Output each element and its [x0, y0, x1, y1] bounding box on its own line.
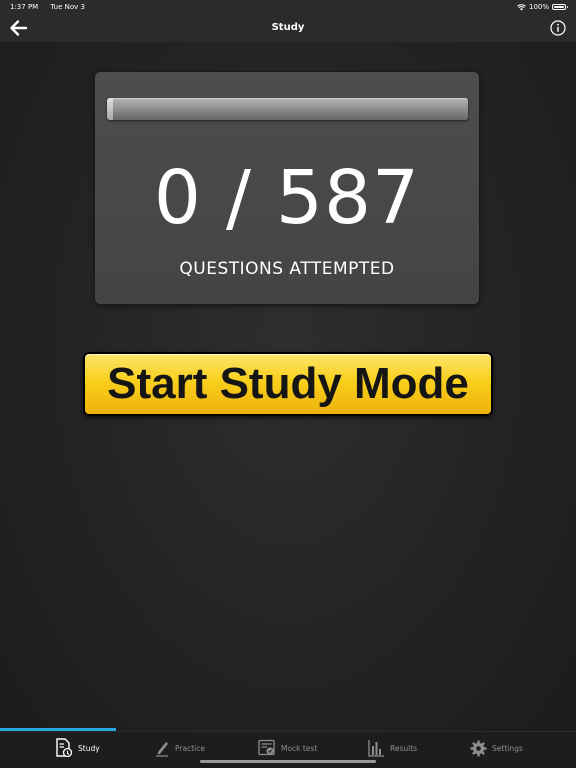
tab-settings-label: Settings	[492, 743, 523, 753]
status-right: 100%	[517, 0, 568, 14]
pencil-icon	[156, 742, 168, 757]
mock-test-icon	[258, 739, 275, 756]
gear-icon	[470, 740, 487, 756]
start-study-mode-button[interactable]: Start Study Mode	[83, 352, 493, 416]
count-separator: /	[225, 155, 252, 241]
battery-icon	[552, 4, 568, 10]
battery-percent: 100%	[528, 3, 549, 11]
progress-bar-fill	[107, 98, 113, 120]
status-date: Tue Nov 3	[50, 3, 85, 11]
total-count: 587	[275, 155, 421, 241]
bar-chart-icon	[368, 740, 384, 757]
tab-study[interactable]: Study	[55, 737, 100, 759]
info-icon[interactable]	[550, 20, 566, 36]
tab-practice[interactable]: Practice	[155, 737, 205, 759]
tab-settings[interactable]: Settings	[470, 737, 523, 759]
tab-mock-test-label: Mock test	[281, 743, 318, 753]
progress-bar	[107, 98, 468, 120]
tab-study-label: Study	[78, 743, 100, 753]
progress-card: 0 / 587 QUESTIONS ATTEMPTED	[95, 72, 479, 304]
questions-count: 0 / 587	[95, 158, 479, 238]
questions-attempted-label: QUESTIONS ATTEMPTED	[179, 259, 395, 279]
wifi-icon	[517, 3, 526, 10]
status-time: 1:37 PM	[10, 3, 39, 11]
tab-results[interactable]: Results	[368, 737, 417, 759]
nav-bar: Study	[0, 14, 576, 42]
attempted-count: 0	[153, 155, 202, 241]
tab-results-label: Results	[390, 743, 418, 753]
tab-mock-test[interactable]: Mock test	[258, 737, 317, 759]
status-bar: 1:37 PM Tue Nov 3 100%	[0, 0, 576, 14]
status-left: 1:37 PM Tue Nov 3	[10, 0, 95, 14]
page-title: Study	[271, 22, 305, 33]
home-indicator	[200, 760, 376, 763]
tab-practice-label: Practice	[175, 743, 205, 753]
study-document-icon	[56, 738, 73, 758]
